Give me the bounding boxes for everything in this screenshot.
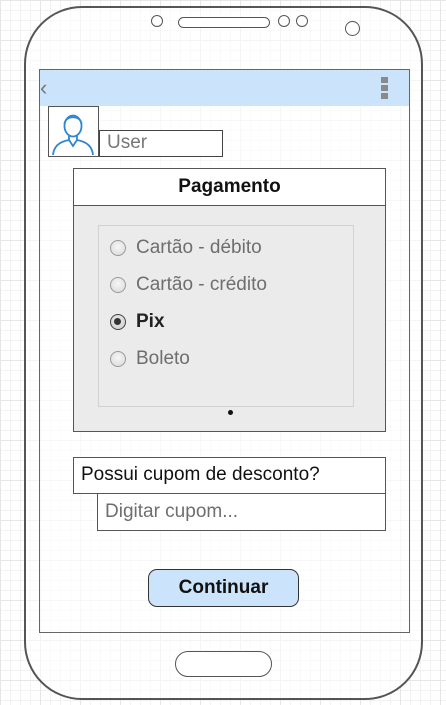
chevron-left-icon[interactable]: ‹ (40, 74, 56, 102)
payment-option-pix[interactable]: Pix (99, 303, 353, 340)
radio-button[interactable] (110, 350, 126, 367)
coupon-question: Possui cupom de desconto? (73, 457, 386, 494)
radio-button-selected[interactable] (110, 313, 126, 330)
scroll-indicator-dot (228, 410, 233, 415)
user-name-label: User (99, 130, 223, 157)
radio-button[interactable] (110, 239, 126, 256)
payment-option-label: Boleto (136, 347, 190, 369)
payment-option-debit[interactable]: Cartão - débito (99, 229, 353, 266)
phone-sensor (151, 15, 163, 27)
phone-sensor (296, 15, 308, 27)
phone-camera (345, 21, 360, 36)
payment-title: Pagamento (73, 168, 386, 206)
payment-option-label: Cartão - débito (136, 236, 262, 258)
payment-options-list: Cartão - débito Cartão - crédito Pix Bol… (98, 225, 354, 407)
kebab-menu-icon[interactable] (381, 77, 389, 101)
coupon-input[interactable] (97, 493, 386, 531)
payment-option-boleto[interactable]: Boleto (99, 340, 353, 377)
phone-sensor (278, 15, 290, 27)
top-app-bar (40, 70, 409, 106)
user-avatar-icon (48, 106, 99, 157)
payment-option-label: Cartão - crédito (136, 273, 267, 295)
home-button[interactable] (175, 651, 272, 677)
radio-button[interactable] (110, 276, 126, 293)
continue-button[interactable]: Continuar (148, 569, 299, 607)
payment-option-label: Pix (136, 310, 165, 332)
payment-option-credit[interactable]: Cartão - crédito (99, 266, 353, 303)
phone-speaker (178, 17, 270, 28)
